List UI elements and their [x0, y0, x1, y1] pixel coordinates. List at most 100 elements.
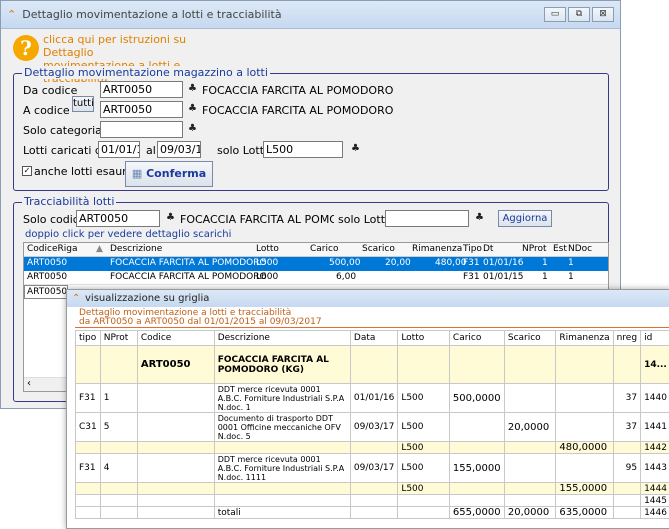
table-row[interactable]: totali 655,0000 20,0000 635,0000 1446 — [76, 507, 669, 519]
cell: 1444 — [641, 483, 669, 495]
confirm-icon: ▦ — [132, 167, 142, 180]
cell: 1 — [568, 258, 574, 268]
cell: 37 — [613, 413, 640, 442]
table-row[interactable]: F31 4 DDT merce ricevuta 0001 A.B.C. For… — [76, 454, 669, 483]
cell: 480,00 — [435, 258, 467, 268]
col-header[interactable]: NProt — [100, 331, 137, 346]
scroll-left-icon[interactable]: ‹ — [27, 378, 31, 389]
binoculars-icon[interactable]: ♣ — [473, 212, 486, 224]
cell: 1 — [100, 384, 137, 413]
col-header[interactable]: Carico — [449, 331, 504, 346]
help-text-line1[interactable]: clicca qui per istruzioni su Dettaglio — [43, 33, 233, 59]
col-header[interactable]: Carico — [310, 244, 338, 254]
sort-icon: ▲ — [96, 244, 103, 254]
app-icon: ⌃ — [72, 290, 80, 307]
cell: F31 — [76, 384, 101, 413]
double-click-hint: doppio click per vedere dettaglio scaric… — [25, 229, 231, 240]
all-button[interactable]: tutti — [72, 96, 94, 112]
cell: 5 — [100, 413, 137, 442]
grid-header: CodiceRiga ▲ Descrizione Lotto Carico Sc… — [24, 243, 609, 257]
code-input[interactable]: ART0050 — [76, 210, 160, 227]
table-row[interactable]: L500 155,0000 1444 — [76, 483, 669, 495]
grid-window-title-bar: ⌃ visualizzazione su griglia — [67, 290, 669, 307]
cell: DDT merce ricevuta 0001 A.B.C. Forniture… — [214, 384, 350, 413]
col-header[interactable]: Lotto — [398, 331, 450, 346]
col-header[interactable]: Data — [350, 331, 397, 346]
cell: 155,0000 — [449, 454, 504, 483]
col-header[interactable]: nreg — [613, 331, 640, 346]
cell: 1445 — [641, 495, 669, 507]
category-label: Solo categoria — [23, 124, 102, 137]
cell: 20,0000 — [504, 413, 556, 442]
col-header[interactable]: NProt — [522, 244, 547, 254]
date-from-input[interactable]: 01/01/15 — [98, 141, 140, 158]
cell: FOCACCIA FARCITA AL POMODORO — [110, 272, 267, 282]
help-icon[interactable]: ? — [13, 35, 39, 61]
cell: 95 — [613, 454, 640, 483]
col-header[interactable]: Lotto — [256, 244, 279, 254]
category-input[interactable] — [100, 121, 183, 138]
from-code-input[interactable]: ART0050 — [100, 81, 183, 98]
confirm-label: Conferma — [146, 167, 206, 180]
cell: 09/03/17 — [350, 454, 397, 483]
lot-input[interactable]: L500 — [263, 141, 343, 158]
cell: F31 — [463, 258, 480, 268]
to-code-input[interactable]: ART0050 — [100, 101, 183, 118]
col-header[interactable]: tipo — [76, 331, 101, 346]
table-row[interactable]: F31 1 DDT merce ricevuta 0001 A.B.C. For… — [76, 384, 669, 413]
window-title: Dettaglio movimentazione a lotti e tracc… — [22, 8, 281, 21]
close-button[interactable]: ⊠ — [592, 7, 614, 22]
minimize-button[interactable]: ▭ — [544, 7, 566, 22]
col-header[interactable]: Descrizione — [110, 244, 162, 254]
cell: L500 — [398, 384, 450, 413]
cell: 14... — [641, 346, 669, 384]
cell: 01/01/16 — [350, 384, 397, 413]
app-icon: ⌃ — [7, 8, 16, 21]
table-row[interactable]: ART0050 — [24, 285, 68, 299]
code-description: FOCACCIA FARCITA AL POMODOI — [180, 213, 334, 226]
exhausted-lots-label: anche lotti esauriti — [34, 165, 137, 178]
table-row[interactable]: ART0050 FOCACCIA FARCITA AL POMODORO L60… — [24, 271, 609, 285]
table-row[interactable]: L500 480,0000 1442 — [76, 442, 669, 454]
cell: 1441 — [641, 413, 669, 442]
binoculars-icon[interactable]: ♣ — [164, 212, 177, 224]
cell: 500,00 — [329, 258, 361, 268]
col-header[interactable]: NDoc — [568, 244, 592, 254]
cell: Documento di trasporto DDT 0001 Officine… — [214, 413, 350, 442]
binoculars-icon[interactable]: ♣ — [186, 103, 199, 115]
col-header[interactable]: Descrizione — [214, 331, 350, 346]
date-to-input[interactable]: 09/03/17 — [157, 141, 201, 158]
table-row[interactable]: 1445 — [76, 495, 669, 507]
col-header[interactable]: CodiceRiga — [27, 244, 77, 254]
col-header[interactable]: Tipo — [463, 244, 482, 254]
binoculars-icon[interactable]: ♣ — [349, 143, 362, 155]
confirm-button[interactable]: ▦ Conferma — [125, 161, 213, 187]
cell: 4 — [100, 454, 137, 483]
col-header[interactable]: Scarico — [504, 331, 556, 346]
date-to-label: al — [146, 144, 156, 157]
col-header[interactable]: Rimanenza — [412, 244, 462, 254]
update-button[interactable]: Aggiorna — [498, 210, 552, 227]
table-row[interactable]: ART0050 FOCACCIA FARCITA AL POMODORO (KG… — [76, 346, 669, 384]
col-header[interactable]: id — [641, 331, 669, 346]
cell: C31 — [76, 413, 101, 442]
title-bar: ⌃ Dettaglio movimentazione a lotti e tra… — [1, 1, 620, 29]
cell: FOCACCIA FARCITA AL POMODORO (KG) — [214, 346, 350, 384]
cell: L500 — [398, 483, 450, 495]
exhausted-lots-checkbox[interactable]: ✓ — [22, 166, 32, 176]
cell: F31 — [76, 454, 101, 483]
binoculars-icon[interactable]: ♣ — [186, 123, 199, 135]
maximize-button[interactable]: ⧉ — [568, 7, 590, 22]
trace-lot-input[interactable] — [385, 210, 469, 227]
binoculars-icon[interactable]: ♣ — [186, 83, 199, 95]
col-header[interactable]: Dt — [483, 244, 493, 254]
from-code-description: FOCACCIA FARCITA AL POMODORO — [202, 84, 393, 97]
table-row[interactable]: ART0050 FOCACCIA FARCITA AL POMODORO L50… — [24, 257, 609, 271]
col-header[interactable]: Scarico — [362, 244, 395, 254]
cell: L500 — [256, 258, 278, 268]
col-header[interactable]: Rimanenza — [556, 331, 613, 346]
report-grid[interactable]: tipo NProt Codice Descrizione Data Lotto… — [75, 330, 669, 519]
table-row[interactable]: C31 5 Documento di trasporto DDT 0001 Of… — [76, 413, 669, 442]
col-header[interactable]: Codice — [137, 331, 214, 346]
col-header[interactable]: Est — [553, 244, 567, 254]
